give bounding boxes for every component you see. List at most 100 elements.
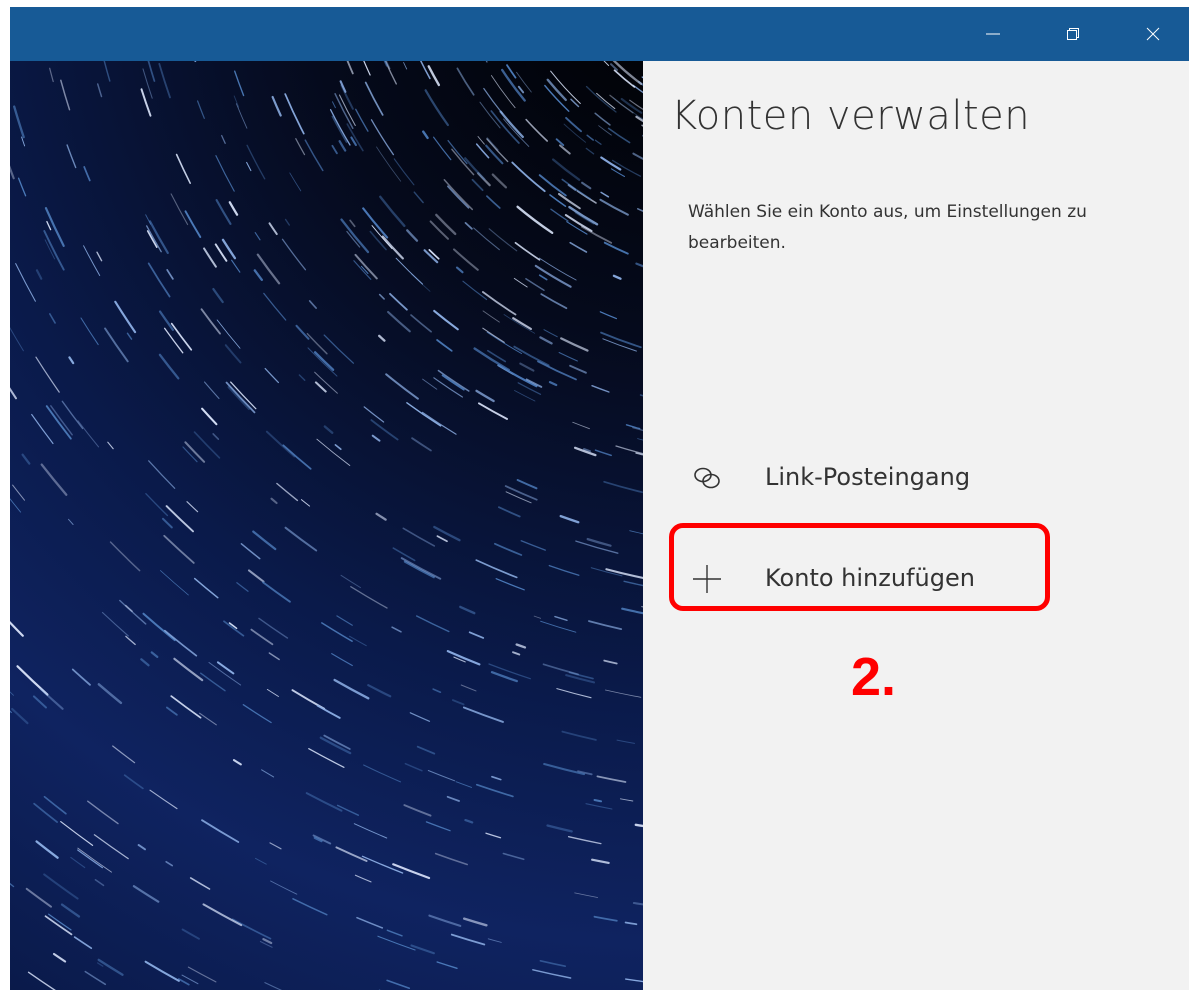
star-trail <box>87 800 119 825</box>
star-trail <box>270 880 298 895</box>
star-trail <box>68 518 74 525</box>
star-trail <box>350 586 388 609</box>
star-trail <box>231 918 272 940</box>
star-trail <box>331 653 353 667</box>
star-trail <box>60 821 94 846</box>
star-trail <box>404 762 423 772</box>
star-trail <box>514 241 541 261</box>
star-trail <box>468 631 485 639</box>
star-trail <box>316 704 341 719</box>
minimize-button[interactable] <box>958 7 1028 61</box>
star-trail <box>425 821 451 832</box>
star-trail <box>371 434 381 442</box>
star-trail <box>491 173 508 189</box>
star-trail <box>427 65 441 87</box>
star-trail <box>451 699 465 706</box>
star-trail <box>441 374 465 391</box>
star-trail <box>144 960 180 982</box>
star-trail <box>594 449 612 457</box>
star-trail <box>10 327 24 352</box>
star-trail <box>295 324 310 340</box>
star-trail <box>231 259 241 273</box>
star-trail <box>451 148 475 176</box>
close-button[interactable] <box>1118 7 1188 61</box>
star-trail <box>551 158 581 181</box>
star-trail <box>97 958 124 976</box>
star-trail <box>73 936 93 950</box>
star-trail <box>12 484 26 501</box>
star-trail <box>593 915 618 922</box>
star-trail <box>462 280 488 301</box>
star-trail <box>610 168 626 178</box>
star-trail <box>60 903 81 918</box>
link-inbox-item[interactable]: Link-Posteingang <box>683 450 1043 506</box>
star-trail <box>537 360 577 381</box>
add-account-item[interactable]: Konto hinzufügen <box>683 551 1043 607</box>
star-trail <box>331 144 338 155</box>
star-trail <box>483 87 503 115</box>
star-trail <box>600 331 642 349</box>
star-trail <box>596 775 627 783</box>
star-trail <box>603 659 618 665</box>
star-trail <box>84 970 107 986</box>
star-trail <box>331 101 336 109</box>
star-trail <box>66 144 77 169</box>
star-trail <box>473 227 500 251</box>
star-trail <box>119 599 147 625</box>
star-trail <box>319 736 352 755</box>
star-trail <box>580 225 613 244</box>
star-trail <box>436 339 453 352</box>
star-trail <box>623 580 643 587</box>
star-trail <box>236 582 249 592</box>
star-trail <box>443 179 474 211</box>
restore-button[interactable] <box>1038 7 1108 61</box>
star-trail <box>189 877 211 890</box>
star-trail <box>427 770 456 782</box>
star-trail <box>486 331 522 354</box>
star-trail <box>353 823 388 839</box>
star-trail <box>215 155 235 192</box>
star-trail <box>177 978 190 986</box>
star-trail <box>488 663 531 680</box>
star-trail <box>625 978 643 983</box>
star-trail <box>459 605 476 615</box>
manage-accounts-pane: Konten verwalten Wählen Sie ein Konto au… <box>643 61 1189 990</box>
star-trail <box>265 430 296 458</box>
star-trail <box>300 499 311 507</box>
star-trail <box>160 570 189 596</box>
close-icon <box>1146 27 1160 41</box>
star-trail <box>419 61 431 80</box>
star-trail <box>506 64 517 79</box>
star-trail <box>123 774 144 790</box>
star-trail <box>561 730 597 741</box>
star-trail <box>186 501 199 513</box>
star-trail <box>313 351 335 371</box>
star-trail <box>516 479 538 490</box>
star-trail <box>94 879 105 887</box>
star-trail <box>539 336 553 345</box>
star-trail <box>437 369 470 392</box>
star-trail <box>363 406 385 423</box>
star-trail <box>354 874 372 883</box>
star-trail <box>385 373 419 400</box>
star-trail <box>214 243 228 262</box>
star-trail <box>199 672 226 692</box>
star-trail <box>93 834 129 860</box>
star-trail <box>446 650 481 666</box>
star-trail <box>572 421 590 430</box>
star-trail <box>464 222 473 230</box>
star-trail <box>333 678 370 700</box>
star-trail <box>482 310 500 323</box>
star-trail <box>481 291 517 316</box>
star-trail <box>463 917 488 927</box>
star-trail <box>516 71 532 93</box>
star-trail <box>235 103 248 129</box>
star-trail <box>203 381 220 400</box>
star-trail <box>434 852 469 866</box>
star-trail <box>367 684 392 698</box>
star-trail <box>540 620 577 633</box>
star-trail <box>147 61 156 82</box>
star-trail <box>629 530 643 535</box>
star-trail <box>615 445 643 455</box>
star-trail <box>559 514 580 524</box>
